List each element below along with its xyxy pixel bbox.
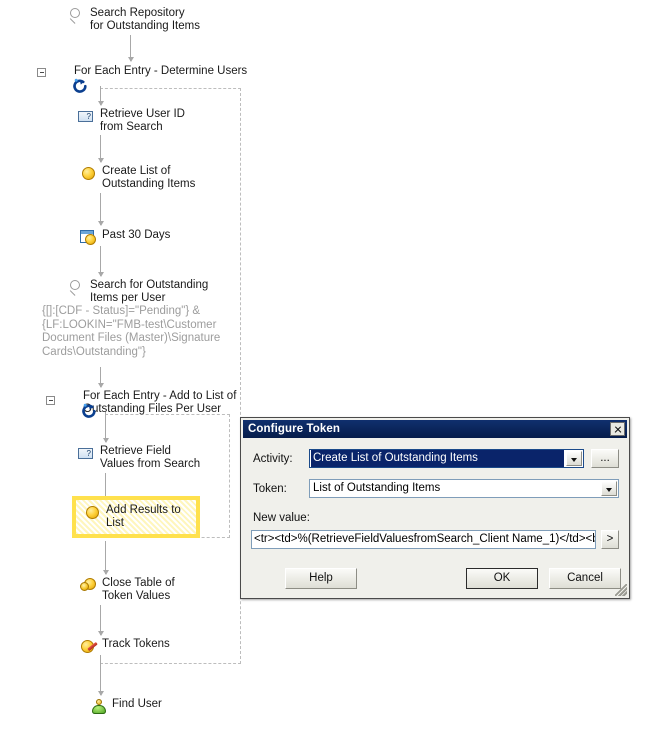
node-search-repository[interactable]: Search Repository for Outstanding Items xyxy=(68,6,200,33)
retrieve-token-icon: ? xyxy=(78,444,96,462)
node-label: For Each Entry - Add to List of Outstand… xyxy=(83,390,237,415)
dialog-body: Activity: Create List of Outstanding Ite… xyxy=(241,439,629,598)
token-combobox[interactable]: List of Outstanding Items xyxy=(309,479,619,498)
coin-shadow-icon xyxy=(80,576,98,594)
loop-icon xyxy=(61,389,96,418)
node-label: Create List of Outstanding Items xyxy=(102,165,196,190)
node-label: Add Results to List xyxy=(106,504,181,529)
node-for-each-entry-add-to-list[interactable]: For Each Entry - Add to List of Outstand… xyxy=(61,389,237,418)
node-retrieve-field-values-from-search[interactable]: ? Retrieve Field Values from Search xyxy=(78,444,200,471)
expander-add-to-list[interactable] xyxy=(46,396,55,405)
node-label: Retrieve Field Values from Search xyxy=(100,445,201,470)
search-icon xyxy=(68,6,86,24)
node-label: For Each Entry - Determine Users xyxy=(74,65,248,77)
node-label: Find User xyxy=(112,698,162,710)
connector-10 xyxy=(97,605,104,636)
connector-6 xyxy=(97,367,104,388)
activity-label: Activity: xyxy=(253,453,293,465)
chevron-down-icon[interactable] xyxy=(601,481,617,496)
node-close-table-of-token-values[interactable]: Close Table of Token Values xyxy=(80,576,175,603)
window-coin-icon xyxy=(80,228,98,246)
node-label: Track Tokens xyxy=(102,638,170,650)
person-icon xyxy=(90,697,108,715)
search-query-text: {[]:[CDF - Status]="Pending"} & {LF:LOOK… xyxy=(42,305,221,358)
node-label: Search for Outstanding Items per User xyxy=(90,279,209,304)
node-track-tokens[interactable]: Track Tokens xyxy=(80,637,170,655)
node-for-each-entry-determine-users[interactable]: For Each Entry - Determine Users xyxy=(52,64,248,93)
activity-combobox[interactable]: Create List of Outstanding Items xyxy=(309,449,584,468)
node-label: Retrieve User ID from Search xyxy=(100,108,185,133)
node-retrieve-user-id[interactable]: ? Retrieve User ID from Search xyxy=(78,107,185,134)
configure-token-dialog: Configure Token Activity: Create List of… xyxy=(240,417,630,599)
node-create-list-of-outstanding-items[interactable]: Create List of Outstanding Items xyxy=(80,164,195,191)
connector-7 xyxy=(102,412,109,443)
track-tokens-icon xyxy=(80,637,98,655)
node-label: Search Repository for Outstanding Items xyxy=(90,7,200,32)
node-find-user[interactable]: Find User xyxy=(90,697,162,715)
node-add-results-to-list[interactable]: Add Results to List xyxy=(84,503,181,530)
token-label: Token: xyxy=(253,483,287,495)
connector-5 xyxy=(97,246,104,277)
loop-icon xyxy=(52,64,87,93)
retrieve-token-icon: ? xyxy=(78,107,96,125)
connector-3 xyxy=(97,135,104,163)
resize-grip[interactable] xyxy=(615,584,627,596)
node-label: Past 30 Days xyxy=(102,229,171,241)
activity-value: Create List of Outstanding Items xyxy=(311,450,564,467)
search-icon xyxy=(68,278,86,296)
node-search-for-outstanding-items-per-user[interactable]: Search for Outstanding Items per User xyxy=(68,278,208,305)
connector-2 xyxy=(97,86,104,106)
connector-9 xyxy=(102,541,109,575)
connector-4 xyxy=(97,193,104,226)
node-label: Close Table of Token Values xyxy=(102,577,175,602)
node-past-30-days[interactable]: Past 30 Days xyxy=(80,228,170,246)
new-value-expand-button[interactable]: > xyxy=(601,530,619,549)
chevron-down-icon[interactable] xyxy=(566,451,582,466)
new-value-label: New value: xyxy=(253,512,310,524)
expander-determine-users[interactable] xyxy=(37,68,46,77)
close-icon[interactable] xyxy=(610,422,625,436)
dialog-titlebar[interactable]: Configure Token xyxy=(243,420,627,438)
coin-icon xyxy=(80,164,98,182)
connector-1 xyxy=(127,35,134,62)
help-button[interactable]: Help xyxy=(285,568,357,589)
ok-button[interactable]: OK xyxy=(466,568,538,589)
activity-browse-button[interactable]: ... xyxy=(591,449,619,468)
token-value: List of Outstanding Items xyxy=(313,482,441,494)
dialog-title: Configure Token xyxy=(248,423,341,435)
cancel-button[interactable]: Cancel xyxy=(549,568,621,589)
coin-icon xyxy=(84,503,102,521)
new-value-input[interactable]: <tr><td>%(RetrieveFieldValuesfromSearch_… xyxy=(251,530,596,549)
connector-11 xyxy=(97,655,104,696)
workflow-canvas: Search Repository for Outstanding Items … xyxy=(0,0,648,720)
